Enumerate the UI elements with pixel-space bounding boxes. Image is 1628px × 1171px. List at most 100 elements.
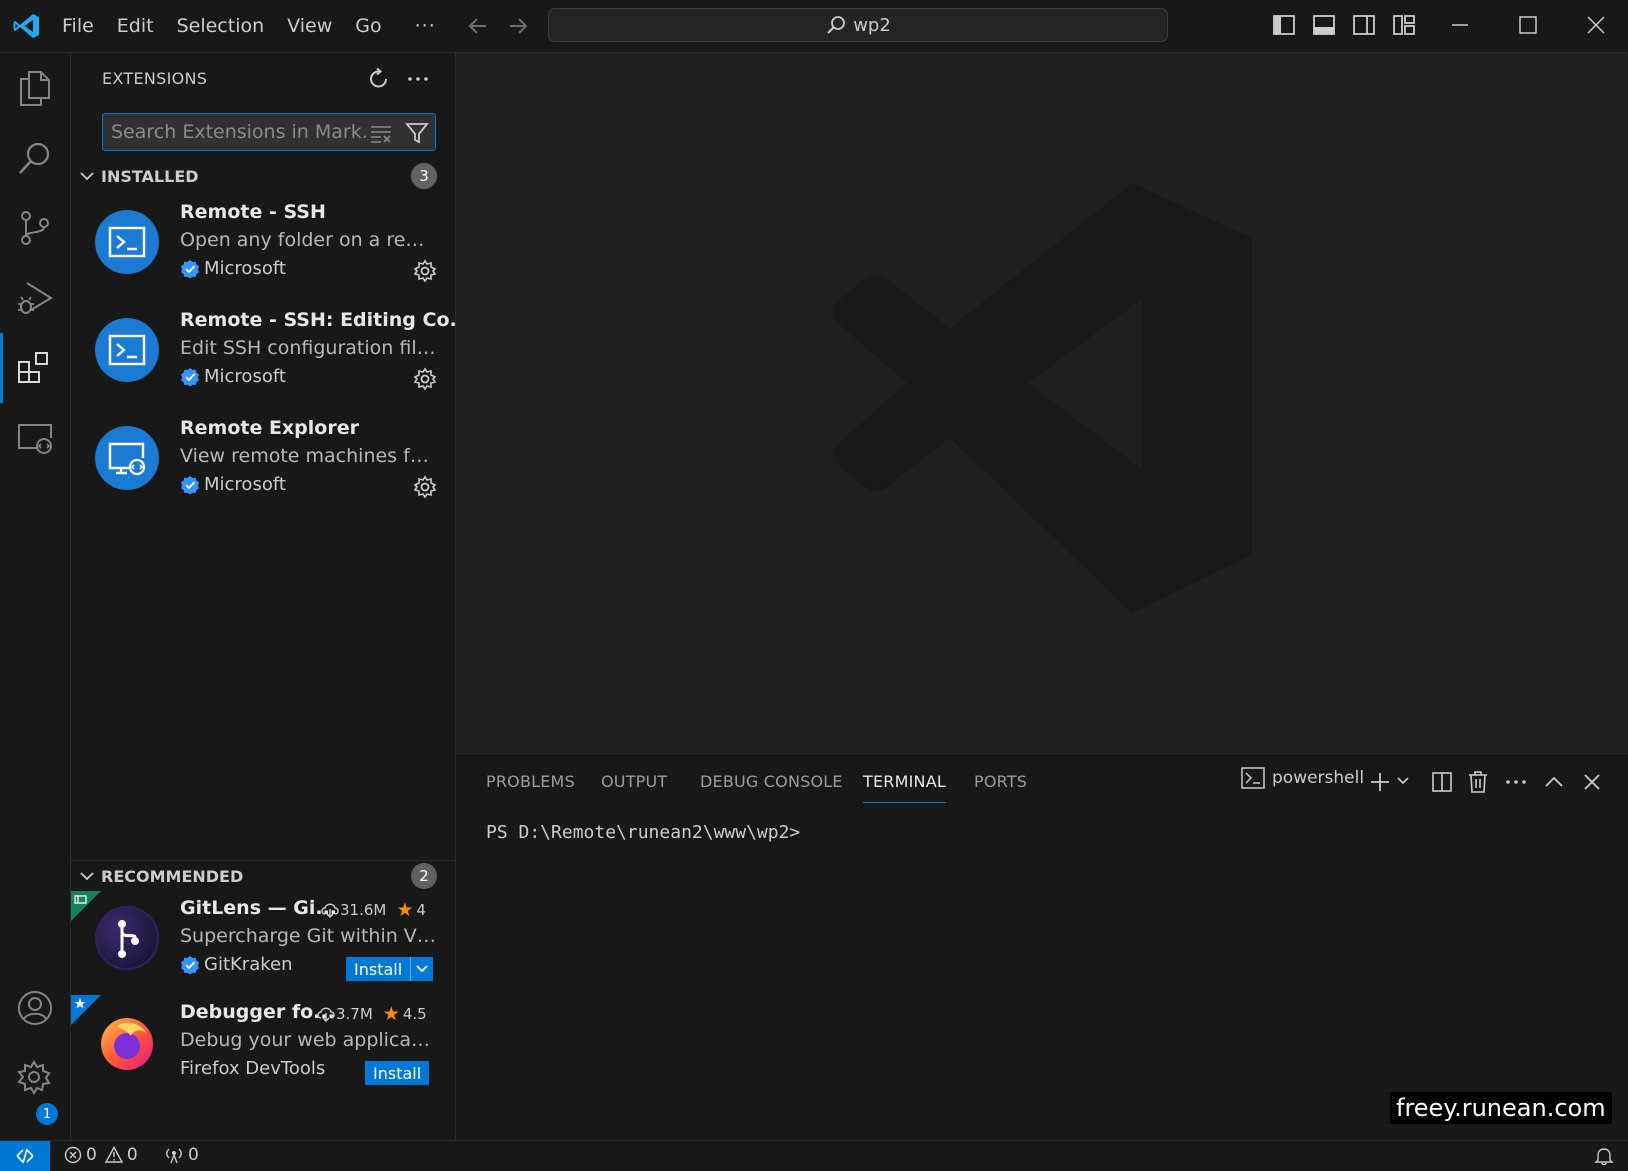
watermark-text: freey.runean.com — [1390, 1092, 1612, 1124]
bottom-panel: PROBLEMS OUTPUT DEBUG CONSOLE TERMINAL P… — [456, 753, 1628, 1141]
menu-go[interactable]: Go — [355, 15, 381, 37]
tab-terminal[interactable]: TERMINAL — [863, 772, 946, 803]
maximize-icon[interactable] — [1516, 14, 1540, 36]
status-bar: 0 0 0 — [0, 1140, 1628, 1171]
more-actions-icon[interactable] — [406, 67, 430, 91]
warning-count: 0 — [126, 1145, 138, 1165]
settings-update-badge: 1 — [36, 1103, 58, 1125]
extension-item[interactable]: Remote Explorer View remote machines for… — [71, 411, 455, 519]
publisher-name: GitKraken — [204, 954, 293, 975]
verified-icon — [180, 475, 204, 495]
star-icon: ★ — [396, 899, 414, 921]
refresh-icon[interactable] — [367, 67, 391, 91]
command-center[interactable]: wp2 — [548, 8, 1168, 42]
toggle-panel-icon[interactable] — [1312, 14, 1336, 36]
terminal-icon — [95, 210, 159, 274]
warning-icon — [104, 1146, 127, 1164]
menu-selection[interactable]: Selection — [177, 15, 265, 37]
new-terminal-icon[interactable] — [1368, 770, 1392, 794]
remote-explorer-icon — [95, 426, 159, 490]
extension-publisher-row: GitKraken — [180, 954, 293, 975]
close-panel-icon[interactable] — [1580, 770, 1604, 794]
accounts-icon[interactable] — [0, 973, 70, 1043]
source-control-icon[interactable] — [0, 193, 70, 263]
activity-bar — [0, 53, 71, 1140]
terminal-name: powershell — [1272, 768, 1365, 788]
trash-icon[interactable] — [1466, 770, 1490, 794]
publisher-name: Microsoft — [204, 366, 286, 387]
extension-item[interactable]: GitLens — Gi... 31.6M ★ 4 Supercharge Gi… — [71, 891, 455, 999]
extensions-icon[interactable] — [0, 333, 70, 403]
more-actions-icon[interactable] — [1504, 770, 1528, 794]
extension-name: Remote Explorer — [180, 417, 359, 439]
extension-item[interactable]: Debugger fo... 3.7M ★ 4.5 Debug your web… — [71, 995, 455, 1103]
terminal-selector[interactable]: powershell — [1241, 767, 1364, 789]
run-debug-icon[interactable] — [0, 263, 70, 333]
remote-indicator[interactable] — [0, 1141, 50, 1171]
toggle-primary-sidebar-icon[interactable] — [1272, 14, 1296, 36]
remote-explorer-icon[interactable] — [0, 403, 70, 473]
recommended-section-header[interactable]: RECOMMENDED 2 — [71, 861, 455, 891]
extensions-search-input[interactable] — [111, 114, 366, 150]
install-button[interactable]: Install — [346, 957, 434, 981]
rating-value: 4 — [416, 901, 426, 919]
installed-section-header[interactable]: INSTALLED 3 — [71, 161, 455, 191]
title-bar: File Edit Selection View Go ··· wp2 — [0, 0, 1628, 53]
explorer-icon[interactable] — [0, 53, 70, 123]
manage-gear-icon[interactable] — [413, 259, 437, 283]
tab-problems[interactable]: PROBLEMS — [486, 772, 575, 791]
extension-item[interactable]: Remote - SSH Open any folder on a remot.… — [71, 195, 455, 303]
chevron-down-icon[interactable] — [1396, 774, 1410, 788]
extension-description: Supercharge Git within VS C... — [180, 925, 436, 947]
tab-ports[interactable]: PORTS — [974, 772, 1027, 791]
back-arrow-icon[interactable] — [466, 15, 490, 37]
installed-label: INSTALLED — [101, 166, 199, 186]
install-button[interactable]: Install — [365, 1061, 430, 1085]
ports-status[interactable]: 0 — [164, 1145, 199, 1165]
manage-gear-icon[interactable] — [0, 1043, 70, 1113]
problems-status[interactable]: 0 0 — [64, 1145, 138, 1165]
close-icon[interactable] — [1584, 14, 1608, 36]
extension-name: GitLens — Gi... — [180, 897, 338, 919]
extension-name: Remote - SSH — [180, 201, 326, 223]
extension-item[interactable]: Remote - SSH: Editing Co... Edit SSH con… — [71, 303, 471, 411]
menu-edit[interactable]: Edit — [117, 15, 154, 37]
extension-stats: 31.6M ★ 4 — [320, 899, 426, 921]
star-icon: ★ — [382, 1003, 400, 1025]
minimize-icon[interactable] — [1448, 14, 1472, 36]
manage-gear-icon[interactable] — [413, 475, 437, 499]
search-icon[interactable] — [0, 123, 70, 193]
customize-layout-icon[interactable] — [1392, 14, 1416, 36]
error-icon — [64, 1146, 86, 1164]
filter-icon[interactable] — [405, 121, 429, 145]
tab-output[interactable]: OUTPUT — [601, 772, 667, 791]
manage-gear-icon[interactable] — [413, 367, 437, 391]
tab-debug-console[interactable]: DEBUG CONSOLE — [700, 772, 843, 791]
menu-bar: File Edit Selection View Go ··· — [62, 0, 459, 52]
terminal-prompt[interactable]: PS D:\Remote\runean2\www\wp2> — [486, 822, 800, 843]
search-icon — [825, 14, 853, 36]
toggle-secondary-sidebar-icon[interactable] — [1352, 14, 1376, 36]
chevron-down-icon[interactable] — [410, 957, 433, 981]
extension-description: View remote machines for S... — [180, 445, 436, 467]
clear-filter-icon[interactable] — [369, 122, 393, 144]
maximize-panel-icon[interactable] — [1542, 770, 1566, 794]
bell-icon[interactable] — [1594, 1146, 1618, 1166]
extension-stats: 3.7M ★ 4.5 — [316, 1003, 427, 1025]
split-terminal-icon[interactable] — [1430, 770, 1454, 794]
sidebar-title: EXTENSIONS — [102, 69, 208, 88]
gitlens-logo-icon — [95, 906, 159, 970]
menu-more[interactable]: ··· — [415, 15, 436, 37]
rating-value: 4.5 — [402, 1005, 427, 1023]
vscode-logo-icon — [12, 11, 42, 41]
terminal-icon — [1241, 767, 1265, 789]
extension-publisher-row: Microsoft — [180, 366, 286, 387]
download-count: 31.6M — [340, 901, 387, 919]
menu-file[interactable]: File — [62, 15, 94, 37]
remote-icon — [15, 1146, 35, 1166]
chevron-down-icon — [79, 868, 95, 884]
publisher-name: Firefox DevTools — [180, 1058, 326, 1079]
sponsor-corner-icon — [71, 891, 101, 921]
menu-view[interactable]: View — [287, 15, 332, 37]
forward-arrow-icon[interactable] — [506, 15, 530, 37]
